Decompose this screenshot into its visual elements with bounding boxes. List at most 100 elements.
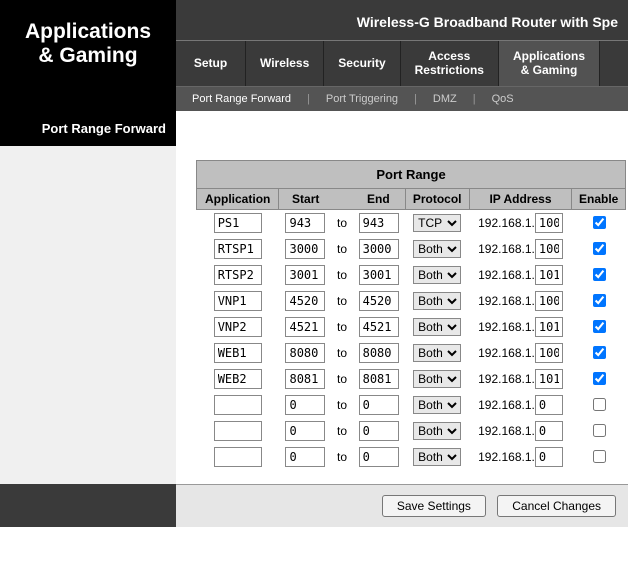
enable-checkbox[interactable] bbox=[593, 398, 606, 411]
enable-checkbox[interactable] bbox=[593, 372, 606, 385]
cancel-button[interactable]: Cancel Changes bbox=[497, 495, 616, 517]
protocol-select[interactable]: TCPUDPBoth bbox=[413, 240, 461, 258]
ip-prefix: 192.168.1. bbox=[478, 398, 535, 412]
tab-security[interactable]: Security bbox=[324, 41, 400, 86]
application-input[interactable] bbox=[214, 265, 262, 285]
end-port-input[interactable] bbox=[359, 343, 399, 363]
subtab-dmz[interactable]: DMZ bbox=[427, 91, 463, 107]
tab-applications-gaming[interactable]: Applications & Gaming bbox=[499, 41, 600, 86]
subtab-port-range-forward[interactable]: Port Range Forward bbox=[186, 91, 297, 107]
table-title: Port Range bbox=[197, 160, 626, 188]
application-input[interactable] bbox=[214, 343, 262, 363]
end-port-input[interactable] bbox=[359, 317, 399, 337]
ip-suffix-input[interactable] bbox=[535, 213, 563, 233]
col-enable: Enable bbox=[572, 188, 626, 209]
protocol-select[interactable]: TCPUDPBoth bbox=[413, 214, 461, 232]
table-row: to TCPUDPBoth 192.168.1. bbox=[197, 262, 626, 288]
table-row: toTCPUDPBoth192.168.1. bbox=[197, 236, 626, 262]
application-input[interactable] bbox=[214, 239, 262, 259]
to-label: to bbox=[332, 236, 352, 262]
table-row: toTCPUDPBoth192.168.1. bbox=[197, 366, 626, 392]
start-port-input[interactable] bbox=[285, 265, 325, 285]
table-row: toTCPUDPBoth192.168.1. bbox=[197, 444, 626, 470]
ip-suffix-input[interactable] bbox=[535, 421, 563, 441]
ip-suffix-input[interactable] bbox=[535, 239, 563, 259]
application-input[interactable] bbox=[214, 317, 262, 337]
ip-suffix-input[interactable] bbox=[535, 343, 563, 363]
application-input[interactable] bbox=[214, 213, 262, 233]
start-port-input[interactable] bbox=[285, 421, 325, 441]
table-row: toTCPUDPBoth192.168.1. bbox=[197, 392, 626, 418]
protocol-select[interactable]: TCPUDPBoth bbox=[413, 370, 461, 388]
enable-checkbox[interactable] bbox=[593, 242, 606, 255]
start-port-input[interactable] bbox=[285, 343, 325, 363]
start-port-input[interactable] bbox=[285, 213, 325, 233]
tab-setup[interactable]: Setup bbox=[176, 41, 246, 86]
enable-checkbox[interactable] bbox=[593, 346, 606, 359]
brand-line2: & Gaming bbox=[8, 44, 168, 68]
application-input[interactable] bbox=[214, 291, 262, 311]
start-port-input[interactable] bbox=[285, 447, 325, 467]
start-port-input[interactable] bbox=[285, 291, 325, 311]
brand-line1: Applications bbox=[8, 20, 168, 44]
col-end: End bbox=[352, 188, 405, 209]
protocol-select[interactable]: TCPUDPBoth bbox=[413, 292, 461, 310]
protocol-select[interactable]: TCPUDPBoth bbox=[413, 318, 461, 336]
tab-wireless[interactable]: Wireless bbox=[246, 41, 324, 86]
end-port-input[interactable] bbox=[359, 265, 399, 285]
ip-prefix: 192.168.1. bbox=[478, 294, 535, 308]
start-port-input[interactable] bbox=[285, 317, 325, 337]
to-label: to bbox=[332, 366, 352, 392]
ip-suffix-input[interactable] bbox=[535, 291, 563, 311]
enable-checkbox[interactable] bbox=[593, 320, 606, 333]
ip-suffix-input[interactable] bbox=[535, 369, 563, 389]
end-port-input[interactable] bbox=[359, 447, 399, 467]
start-port-input[interactable] bbox=[285, 395, 325, 415]
to-label: to bbox=[332, 262, 352, 288]
application-input[interactable] bbox=[214, 369, 262, 389]
table-row: toTCPUDPBoth192.168.1. bbox=[197, 209, 626, 236]
enable-checkbox[interactable] bbox=[593, 216, 606, 229]
application-input[interactable] bbox=[214, 421, 262, 441]
col-ip: IP Address bbox=[469, 188, 572, 209]
protocol-select[interactable]: TCPUDPBoth bbox=[413, 344, 461, 362]
end-port-input[interactable] bbox=[359, 239, 399, 259]
end-port-input[interactable] bbox=[359, 395, 399, 415]
enable-checkbox[interactable] bbox=[593, 268, 606, 281]
ip-suffix-input[interactable] bbox=[535, 395, 563, 415]
enable-checkbox[interactable] bbox=[593, 450, 606, 463]
ip-suffix-input[interactable] bbox=[535, 447, 563, 467]
protocol-select[interactable]: TCPUDPBoth bbox=[413, 396, 461, 414]
separator: | bbox=[414, 93, 417, 105]
enable-checkbox[interactable] bbox=[593, 424, 606, 437]
start-port-input[interactable] bbox=[285, 239, 325, 259]
col-start: Start bbox=[279, 188, 332, 209]
subtab-port-triggering[interactable]: Port Triggering bbox=[320, 91, 404, 107]
application-input[interactable] bbox=[214, 447, 262, 467]
button-row: Save Settings Cancel Changes bbox=[176, 484, 628, 527]
protocol-select[interactable]: TCPUDPBoth bbox=[413, 422, 461, 440]
ip-prefix: 192.168.1. bbox=[478, 450, 535, 464]
ip-suffix-input[interactable] bbox=[535, 317, 563, 337]
application-input[interactable] bbox=[214, 395, 262, 415]
ip-suffix-input[interactable] bbox=[535, 265, 563, 285]
save-button[interactable]: Save Settings bbox=[382, 495, 486, 517]
table-row: toTCPUDPBoth192.168.1. bbox=[197, 314, 626, 340]
protocol-select[interactable]: TCPUDPBoth bbox=[413, 448, 461, 466]
start-port-input[interactable] bbox=[285, 369, 325, 389]
ip-prefix: 192.168.1. bbox=[478, 268, 535, 282]
separator: | bbox=[307, 93, 310, 105]
end-port-input[interactable] bbox=[359, 213, 399, 233]
enable-checkbox[interactable] bbox=[593, 294, 606, 307]
subtab-qos[interactable]: QoS bbox=[486, 91, 520, 107]
table-row: toTCPUDPBoth192.168.1. bbox=[197, 418, 626, 444]
table-row: toTCPUDPBoth192.168.1. bbox=[197, 288, 626, 314]
content-area: Port Range Application Start End Protoco… bbox=[176, 146, 628, 484]
end-port-input[interactable] bbox=[359, 369, 399, 389]
end-port-input[interactable] bbox=[359, 291, 399, 311]
end-port-input[interactable] bbox=[359, 421, 399, 441]
protocol-select[interactable]: TCPUDPBoth bbox=[413, 266, 461, 284]
ip-prefix: 192.168.1. bbox=[478, 346, 535, 360]
tab-access-restrictions[interactable]: Access Restrictions bbox=[401, 41, 499, 86]
separator: | bbox=[473, 93, 476, 105]
